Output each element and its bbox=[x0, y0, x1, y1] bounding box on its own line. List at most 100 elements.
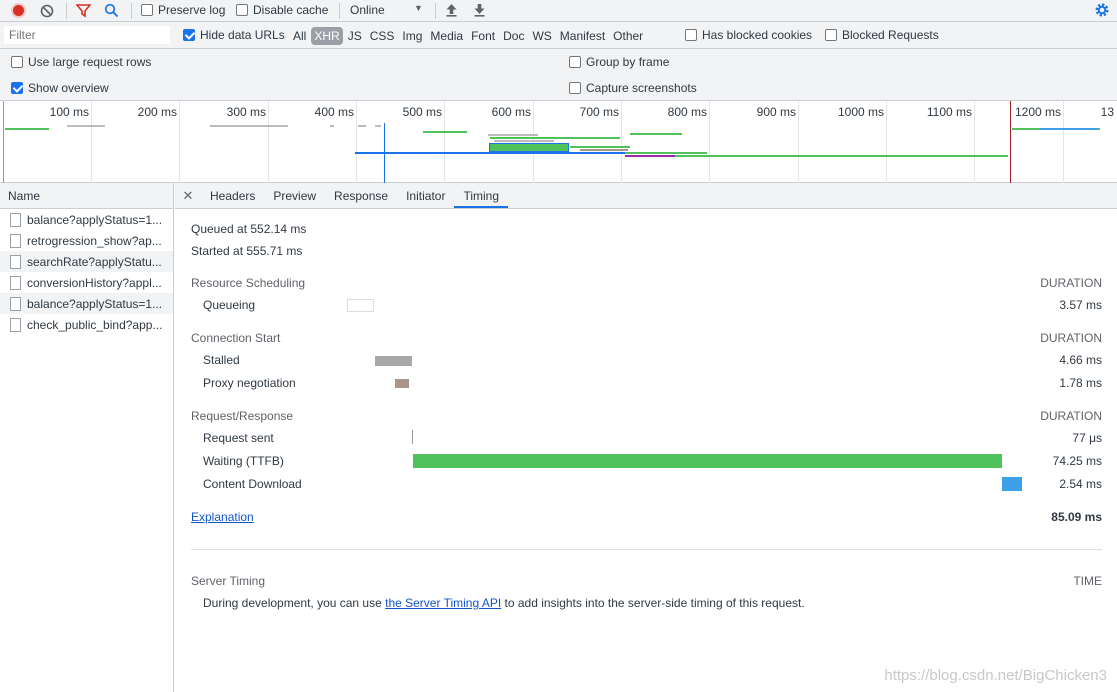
request-row[interactable]: balance?applyStatus=1... bbox=[0, 293, 173, 314]
clear-icon bbox=[40, 4, 54, 18]
disable-cache-checkbox[interactable]: Disable cache bbox=[236, 3, 328, 17]
request-row[interactable]: retrogression_show?ap... bbox=[0, 230, 173, 251]
tick-label: 800 ms bbox=[667, 105, 707, 119]
overview-bar bbox=[210, 125, 288, 127]
overview-bar bbox=[580, 149, 628, 151]
tick-label: 700 ms bbox=[579, 105, 619, 119]
capture-screenshots-label: Capture screenshots bbox=[586, 81, 697, 95]
request-row[interactable]: check_public_bind?app... bbox=[0, 314, 173, 335]
blocked-requests-box[interactable] bbox=[825, 29, 837, 41]
tick-label: 300 ms bbox=[226, 105, 266, 119]
funnel-icon bbox=[75, 4, 92, 18]
server-timing-note: During development, you can use the Serv… bbox=[203, 596, 805, 610]
overview-selected-request bbox=[489, 143, 569, 152]
details-tabs: ✕ Headers Preview Response Initiator Tim… bbox=[175, 183, 1117, 209]
file-icon bbox=[10, 233, 21, 248]
hide-data-urls-box[interactable] bbox=[183, 29, 195, 41]
gear-icon bbox=[1095, 3, 1109, 17]
type-filter-media[interactable]: Media bbox=[427, 27, 466, 45]
resource-scheduling-title: Resource Scheduling bbox=[191, 276, 306, 290]
disable-cache-box[interactable] bbox=[236, 4, 248, 16]
request-row[interactable]: balance?applyStatus=1... bbox=[0, 209, 173, 230]
overview-bar bbox=[5, 128, 49, 130]
overview-bar bbox=[423, 131, 467, 133]
section-divider bbox=[191, 549, 1102, 550]
tab-preview[interactable]: Preview bbox=[264, 183, 325, 208]
large-rows-checkbox[interactable]: Use large request rows bbox=[11, 55, 151, 69]
file-icon bbox=[10, 296, 21, 311]
show-overview-box[interactable] bbox=[11, 82, 23, 94]
proxy-bar bbox=[395, 379, 409, 388]
has-blocked-cookies-box[interactable] bbox=[685, 29, 697, 41]
capture-screenshots-box[interactable] bbox=[569, 82, 581, 94]
server-timing-api-link[interactable]: the Server Timing API bbox=[385, 596, 501, 610]
group-by-frame-box[interactable] bbox=[569, 56, 581, 68]
export-har-button[interactable] bbox=[473, 3, 486, 20]
tick-label: 100 ms bbox=[49, 105, 89, 119]
tick-label: 13 bbox=[1100, 105, 1114, 119]
tick-label: 900 ms bbox=[756, 105, 796, 119]
filter-input[interactable] bbox=[4, 26, 170, 44]
import-har-button[interactable] bbox=[445, 3, 458, 20]
tab-response[interactable]: Response bbox=[325, 183, 397, 208]
capture-screenshots-checkbox[interactable]: Capture screenshots bbox=[569, 81, 697, 95]
overview-bar bbox=[494, 140, 554, 142]
stalled-bar bbox=[375, 356, 412, 366]
blocked-requests-checkbox[interactable]: Blocked Requests bbox=[825, 28, 939, 42]
duration-header: DURATION bbox=[1040, 409, 1102, 423]
throttling-value: Online bbox=[350, 3, 385, 17]
filter-bar: Hide data URLs All XHR JS CSS Img Media … bbox=[0, 22, 1117, 49]
show-overview-checkbox[interactable]: Show overview bbox=[11, 81, 109, 95]
type-filter-css[interactable]: CSS bbox=[367, 27, 398, 45]
preserve-log-checkbox[interactable]: Preserve log bbox=[141, 3, 225, 17]
type-filter-ws[interactable]: WS bbox=[529, 27, 554, 45]
file-icon bbox=[10, 254, 21, 269]
hide-data-urls-checkbox[interactable]: Hide data URLs bbox=[183, 28, 285, 42]
record-button[interactable] bbox=[11, 3, 26, 18]
tab-headers[interactable]: Headers bbox=[201, 183, 264, 208]
request-row-selected[interactable]: searchRate?applyStatu... bbox=[0, 251, 173, 272]
queueing-bar bbox=[347, 299, 374, 312]
filter-toggle-button[interactable] bbox=[75, 3, 92, 21]
tick-label: 1100 ms bbox=[926, 105, 972, 119]
type-filter-js[interactable]: JS bbox=[345, 27, 365, 45]
phase-content-download-value: 2.54 ms bbox=[1059, 477, 1102, 491]
name-column-header[interactable]: Name bbox=[0, 183, 173, 209]
large-rows-box[interactable] bbox=[11, 56, 23, 68]
phase-request-sent-value: 77 μs bbox=[1072, 431, 1102, 445]
type-filter-all[interactable]: All bbox=[290, 27, 309, 45]
explanation-link[interactable]: Explanation bbox=[191, 510, 254, 524]
clear-button[interactable] bbox=[40, 4, 54, 18]
request-row[interactable]: conversionHistory?appl... bbox=[0, 272, 173, 293]
type-filter-xhr[interactable]: XHR bbox=[311, 27, 343, 45]
tab-timing[interactable]: Timing bbox=[454, 183, 509, 208]
throttling-select[interactable]: Online ▼ bbox=[350, 3, 425, 17]
request-sent-bar bbox=[412, 430, 413, 444]
type-filter-other[interactable]: Other bbox=[610, 27, 646, 45]
type-filter-doc[interactable]: Doc bbox=[500, 27, 527, 45]
preserve-log-label: Preserve log bbox=[158, 3, 226, 17]
type-filter-font[interactable]: Font bbox=[468, 27, 498, 45]
overview-bar bbox=[625, 152, 707, 154]
settings-button[interactable] bbox=[1094, 2, 1110, 21]
type-filter-img[interactable]: Img bbox=[399, 27, 425, 45]
phase-stalled-label: Stalled bbox=[203, 353, 240, 367]
preserve-log-box[interactable] bbox=[141, 4, 153, 16]
tab-initiator[interactable]: Initiator bbox=[397, 183, 454, 208]
queued-at: Queued at 552.14 ms bbox=[191, 222, 307, 236]
close-details-button[interactable]: ✕ bbox=[175, 183, 201, 208]
phase-proxy-value: 1.78 ms bbox=[1059, 376, 1102, 390]
search-button[interactable] bbox=[104, 3, 119, 21]
content-download-bar bbox=[1002, 477, 1022, 491]
request-name: balance?applyStatus=1... bbox=[27, 296, 163, 311]
overview-bar bbox=[630, 155, 1008, 157]
request-response-title: Request/Response bbox=[191, 409, 294, 423]
timeline-overview[interactable]: 100 ms 200 ms 300 ms 400 ms 500 ms 600 m… bbox=[0, 101, 1117, 183]
search-icon bbox=[104, 3, 119, 18]
type-filter-manifest[interactable]: Manifest bbox=[557, 27, 608, 45]
resource-type-filters: All XHR JS CSS Img Media Font Doc WS Man… bbox=[290, 27, 646, 45]
overview-bar bbox=[625, 155, 675, 157]
has-blocked-cookies-checkbox[interactable]: Has blocked cookies bbox=[685, 28, 812, 42]
overview-bar bbox=[358, 125, 366, 127]
group-by-frame-checkbox[interactable]: Group by frame bbox=[569, 55, 669, 69]
